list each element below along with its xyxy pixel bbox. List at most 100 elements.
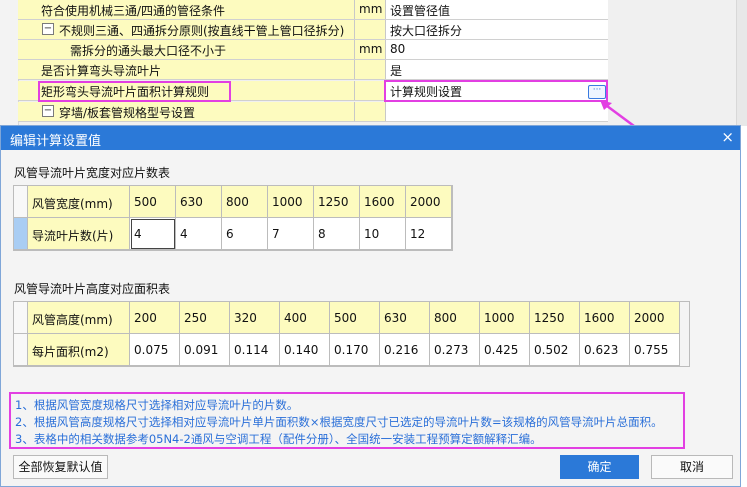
value-cell[interactable]: 8	[314, 218, 360, 250]
value-cell[interactable]: 7	[268, 218, 314, 250]
header-cell: 630	[176, 186, 222, 218]
header-cell-text: 400	[284, 311, 307, 325]
header-cell-text: 800	[226, 195, 249, 209]
header-cell-text: 250	[184, 311, 207, 325]
property-row[interactable]: 需拆分的通头最大口径不小于 mm 80	[18, 40, 608, 60]
property-grid: 符合使用机械三通/四通的管径条件 mm 设置管径值 − 不规则三通、四通拆分原则…	[0, 0, 747, 128]
value-cell-text: 0.425	[484, 343, 519, 357]
property-value-cell[interactable]: 是	[386, 60, 608, 79]
note-line: 2、根据风管高度规格尺寸选择相对应导流叶片单片面积数×根据宽度尺寸已选定的导流叶…	[15, 415, 663, 429]
header-cell-text: 2000	[634, 311, 665, 325]
value-cell-text: 0.091	[184, 343, 219, 357]
value-cell[interactable]: 6	[222, 218, 268, 250]
edit-calc-settings-dialog: 编辑计算设置值 × 风管导流叶片宽度对应片数表 风管宽度(mm) 导流叶片数(片…	[0, 125, 741, 487]
property-unit: mm	[359, 42, 383, 56]
notes-box: 1、根据风管宽度规格尺寸选择相对应导流叶片的片数。 2、根据风管高度规格尺寸选择…	[9, 392, 685, 449]
value-cell-text: 0.114	[234, 343, 269, 357]
property-name: 是否计算弯头导流叶片	[41, 64, 162, 78]
property-row[interactable]: − 穿墙/板套管规格型号设置	[18, 102, 608, 122]
value-cell[interactable]: 0.216	[380, 334, 430, 366]
restore-defaults-button[interactable]: 全部恢复默认值	[13, 455, 108, 479]
value-cell[interactable]: 10	[360, 218, 406, 250]
highlight-box-property-name	[38, 81, 231, 102]
value-cell-text: 0.140	[284, 343, 319, 357]
value-cell-text: 10	[364, 227, 380, 241]
property-value-cell[interactable]	[386, 102, 608, 121]
property-row[interactable]: − 不规则三通、四通拆分原则(按直线干管上管口径拆分) 按大口径拆分	[18, 20, 608, 40]
row-marker	[14, 302, 28, 334]
collapse-toggle-icon[interactable]: −	[42, 105, 54, 117]
header-cell-text: 630	[180, 195, 203, 209]
value-cell[interactable]: 0.114	[230, 334, 280, 366]
property-unit-cell	[355, 60, 386, 79]
header-cell: 800	[222, 186, 268, 218]
property-unit: mm	[359, 2, 383, 16]
header-cell-text: 1600	[584, 311, 615, 325]
ok-button[interactable]: 确定	[560, 455, 639, 479]
header-cell: 400	[280, 302, 330, 334]
value-cell-text: 0.623	[584, 343, 619, 357]
header-cell: 320	[230, 302, 280, 334]
property-value-cell[interactable]: 设置管径值	[386, 0, 608, 19]
header-cell: 1600	[580, 302, 630, 334]
header-cell: 2000	[630, 302, 680, 334]
dialog-title: 编辑计算设置值	[10, 134, 102, 149]
header-cell: 1250	[530, 302, 580, 334]
property-name: 符合使用机械三通/四通的管径条件	[41, 4, 226, 18]
height-table: 风管高度(mm) 每片面积(m2) 200 0.075 250 0.091 320 0.1…	[13, 301, 690, 367]
value-cell[interactable]: 4	[130, 218, 176, 250]
property-value-cell[interactable]: 按大口径拆分	[386, 20, 608, 39]
header-cell: 1000	[480, 302, 530, 334]
header-cell-text: 500	[134, 195, 157, 209]
header-cell-text: 1000	[484, 311, 515, 325]
property-value: 设置管径值	[390, 4, 451, 18]
cancel-button[interactable]: 取消	[651, 455, 733, 479]
value-cell[interactable]: 0.623	[580, 334, 630, 366]
height-header-label-cell: 风管高度(mm)	[28, 302, 130, 334]
header-cell: 250	[180, 302, 230, 334]
width-table: 风管宽度(mm) 导流叶片数(片) 500 4 630 4 800 6 1000 7 1250 8…	[13, 185, 453, 251]
header-cell-text: 1250	[318, 195, 349, 209]
header-cell-text: 800	[434, 311, 457, 325]
value-cell[interactable]: 0.273	[430, 334, 480, 366]
property-name-cell: 符合使用机械三通/四通的管径条件	[18, 0, 355, 19]
value-cell[interactable]: 0.755	[630, 334, 680, 366]
property-name-cell: − 不规则三通、四通拆分原则(按直线干管上管口径拆分)	[18, 20, 355, 39]
height-table-label: 风管导流叶片高度对应面积表	[14, 282, 171, 296]
header-cell: 200	[130, 302, 180, 334]
property-unit-cell	[355, 20, 386, 39]
header-cell: 1600	[360, 186, 406, 218]
property-row[interactable]: 是否计算弯头导流叶片 是	[18, 60, 608, 80]
value-cell[interactable]: 0.075	[130, 334, 180, 366]
vertical-scrollbar[interactable]	[736, 0, 747, 126]
blade-count-label-cell: 导流叶片数(片)	[28, 218, 130, 250]
value-cell-text: 4	[134, 227, 142, 241]
dialog-title-bar[interactable]: 编辑计算设置值 ×	[1, 126, 740, 150]
header-cell-text: 1250	[534, 311, 565, 325]
width-header-label-cell: 风管宽度(mm)	[28, 186, 130, 218]
property-unit-cell: mm	[355, 0, 386, 19]
property-name: 需拆分的通头最大口径不小于	[70, 44, 227, 58]
area-label: 每片面积(m2)	[32, 345, 109, 359]
value-cell-text: 0.170	[334, 343, 369, 357]
header-cell: 500	[330, 302, 380, 334]
close-icon[interactable]: ×	[721, 128, 734, 146]
value-cell-text: 0.216	[384, 343, 419, 357]
value-cell-text: 0.755	[634, 343, 669, 357]
collapse-toggle-icon[interactable]: −	[42, 23, 54, 35]
value-cell[interactable]: 0.091	[180, 334, 230, 366]
property-value-cell[interactable]: 80	[386, 40, 608, 59]
header-cell-text: 1600	[364, 195, 395, 209]
header-cell: 1000	[268, 186, 314, 218]
value-cell[interactable]: 0.502	[530, 334, 580, 366]
ellipsis-button[interactable]: ···	[588, 85, 606, 99]
value-cell[interactable]: 12	[406, 218, 452, 250]
value-cell[interactable]: 0.140	[280, 334, 330, 366]
property-name: 不规则三通、四通拆分原则(按直线干管上管口径拆分)	[59, 24, 345, 38]
value-cell[interactable]: 0.170	[330, 334, 380, 366]
value-cell[interactable]: 0.425	[480, 334, 530, 366]
width-header-label: 风管宽度(mm)	[32, 197, 113, 211]
header-cell: 500	[130, 186, 176, 218]
property-row[interactable]: 符合使用机械三通/四通的管径条件 mm 设置管径值	[18, 0, 608, 20]
value-cell[interactable]: 4	[176, 218, 222, 250]
